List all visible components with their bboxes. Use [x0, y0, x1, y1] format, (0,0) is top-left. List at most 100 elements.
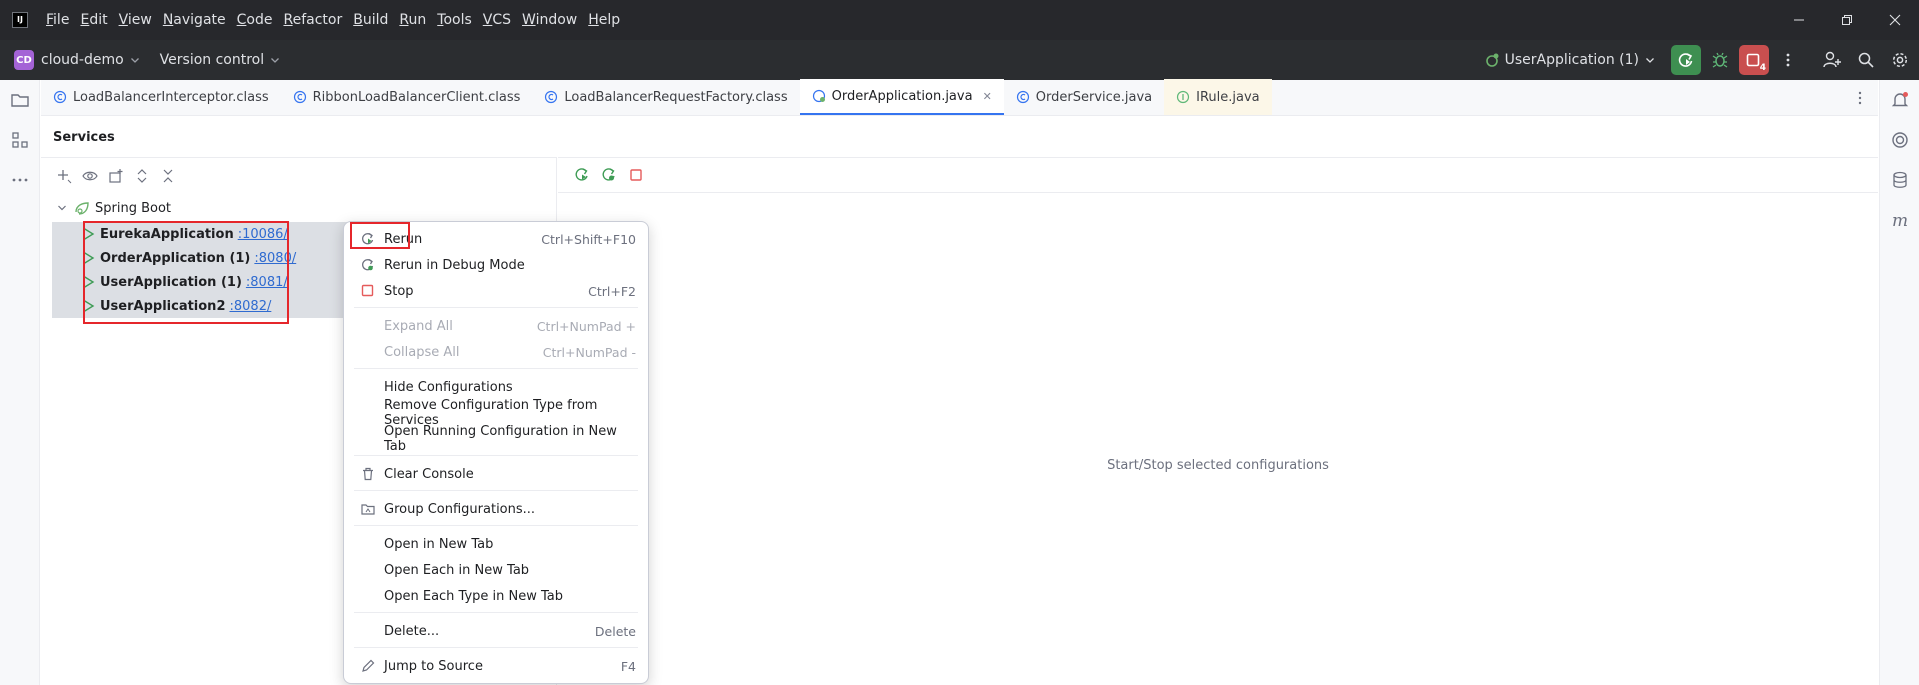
close-window-icon[interactable] [1871, 0, 1919, 40]
rerun-button[interactable] [1671, 45, 1701, 75]
menu-view[interactable]: View [119, 12, 152, 28]
project-selector[interactable]: cloud-demo [41, 52, 142, 68]
tab-ribbonloadbalancerclient[interactable]: RibbonLoadBalancerClient.class [281, 79, 533, 115]
tab-orderapplication[interactable]: OrderApplication.java ✕ [799, 79, 1004, 115]
add-user-icon [1823, 51, 1841, 68]
add-service-button[interactable] [51, 163, 77, 189]
stop-button[interactable] [622, 162, 649, 188]
ai-assistant-button[interactable] [1880, 120, 1919, 160]
tree-node-label: Spring Boot [95, 200, 172, 216]
menu-refactor[interactable]: Refactor [283, 12, 342, 28]
tab-loadbalancerinterceptor[interactable]: LoadBalancerInterceptor.class [41, 79, 281, 115]
project-name: cloud-demo [41, 52, 124, 68]
maven-button[interactable]: m [1880, 200, 1919, 240]
debug-button[interactable] [1705, 45, 1735, 75]
menu-code[interactable]: Code [237, 12, 273, 28]
project-avatar[interactable]: CD [14, 50, 34, 70]
new-group-icon [109, 168, 123, 183]
menu-item-remove-configuration-type[interactable]: Remove Configuration Type from Services [354, 398, 638, 428]
more-actions-button[interactable] [1773, 45, 1803, 75]
menu-item-jump-to-source[interactable]: Jump to Source F4 [354, 653, 638, 679]
menu-item-group-configurations[interactable]: Group Configurations... [354, 496, 638, 522]
menu-item-label: Collapse All [384, 344, 460, 360]
svg-text:m: m [1892, 211, 1908, 230]
project-tool-button[interactable] [0, 80, 40, 120]
menu-tools[interactable]: Tools [437, 12, 472, 28]
menu-item-open-running-config[interactable]: Open Running Configuration in New Tab [354, 424, 638, 454]
notifications-button[interactable] [1880, 80, 1919, 120]
run-config-name: UserApplication (1) [1504, 52, 1639, 68]
minimize-icon[interactable] [1775, 0, 1823, 40]
menu-item-shortcut: Ctrl+NumPad - [542, 344, 636, 360]
menu-help[interactable]: Help [588, 12, 620, 28]
menu-item-rerun-debug[interactable]: Rerun in Debug Mode [354, 252, 638, 278]
menu-item-label: Clear Console [384, 466, 474, 482]
menu-separator [354, 490, 638, 491]
debug-rerun-button[interactable] [595, 162, 622, 188]
menu-item-clear-console[interactable]: Clear Console [354, 461, 638, 487]
stop-all-button[interactable]: 4 [1739, 45, 1769, 75]
vcs-selector[interactable]: Version control [160, 52, 282, 68]
menu-separator [354, 307, 638, 308]
settings-button[interactable] [1885, 45, 1915, 75]
menu-item-label: Delete... [384, 623, 440, 639]
collapse-all-button[interactable] [155, 163, 181, 189]
menu-item-shortcut: Delete [594, 623, 636, 639]
menu-item-open-each-in-new-tab[interactable]: Open Each in New Tab [354, 557, 638, 583]
menu-item-label: Stop [384, 283, 414, 299]
group-folder-icon [361, 504, 375, 515]
menu-item-collapse-all: Collapse All Ctrl+NumPad - [354, 339, 638, 365]
menu-item-hide-configurations[interactable]: Hide Configurations [354, 374, 638, 400]
menu-item-stop[interactable]: Stop Ctrl+F2 [354, 278, 638, 304]
menu-run[interactable]: Run [399, 12, 426, 28]
tab-label: LoadBalancerInterceptor.class [73, 89, 269, 105]
intellij-logo-icon[interactable]: IJ [12, 12, 28, 28]
more-tools-button[interactable] [0, 160, 40, 200]
close-icon[interactable]: ✕ [983, 90, 992, 103]
menu-window[interactable]: Window [522, 12, 577, 28]
tree-node-spring-boot[interactable]: Spring Boot [55, 198, 171, 218]
expand-all-button[interactable] [129, 163, 155, 189]
structure-icon [12, 132, 28, 148]
menu-item-open-in-new-tab[interactable]: Open in New Tab [354, 531, 638, 557]
tab-orderservice[interactable]: OrderService.java [1004, 79, 1164, 115]
pencil-icon [362, 659, 375, 672]
run-config-selector[interactable]: UserApplication (1) [1483, 51, 1657, 69]
menu-item-expand-all: Expand All Ctrl+NumPad + [354, 313, 638, 339]
collapse-all-icon [163, 169, 173, 182]
menu-separator [354, 525, 638, 526]
menu-item-delete[interactable]: Delete... Delete [354, 618, 638, 644]
menu-vcs[interactable]: VCS [483, 12, 511, 28]
search-button[interactable] [1851, 45, 1881, 75]
tab-loadbalancerrequestfactory[interactable]: LoadBalancerRequestFactory.class [532, 79, 799, 115]
menu-item-open-each-type-in-new-tab[interactable]: Open Each Type in New Tab [354, 583, 638, 609]
menu-build[interactable]: Build [353, 12, 388, 28]
tabs-more-button[interactable] [1852, 90, 1868, 106]
database-button[interactable] [1880, 160, 1919, 200]
stop-icon [629, 169, 642, 181]
menu-edit[interactable]: Edit [80, 12, 107, 28]
chevron-down-icon[interactable] [55, 201, 69, 215]
restore-icon[interactable] [1823, 0, 1871, 40]
window-controls [1775, 0, 1919, 40]
debug-rerun-icon [602, 168, 615, 181]
new-group-button[interactable] [103, 163, 129, 189]
menu-item-label: Hide Configurations [384, 379, 513, 395]
detail-toolbar [558, 158, 1878, 193]
menu-item-label: Rerun in Debug Mode [384, 257, 525, 273]
tab-irule[interactable]: IRule.java [1164, 79, 1272, 115]
view-options-button[interactable] [77, 163, 103, 189]
debug-rerun-icon [362, 258, 374, 271]
spring-boot-icon [1485, 53, 1499, 67]
menu-navigate[interactable]: Navigate [163, 12, 226, 28]
menu-item-label: Open Running Configuration in New Tab [384, 424, 617, 454]
code-with-me-button[interactable] [1817, 45, 1847, 75]
gear-icon [1892, 52, 1908, 68]
rerun-icon [1678, 53, 1693, 67]
structure-tool-button[interactable] [0, 120, 40, 160]
menu-item-label: Open in New Tab [384, 536, 494, 552]
rerun-button[interactable] [568, 162, 595, 188]
spring-class-icon [812, 89, 825, 103]
menu-file[interactable]: File [46, 12, 69, 28]
left-tool-strip [0, 80, 40, 685]
